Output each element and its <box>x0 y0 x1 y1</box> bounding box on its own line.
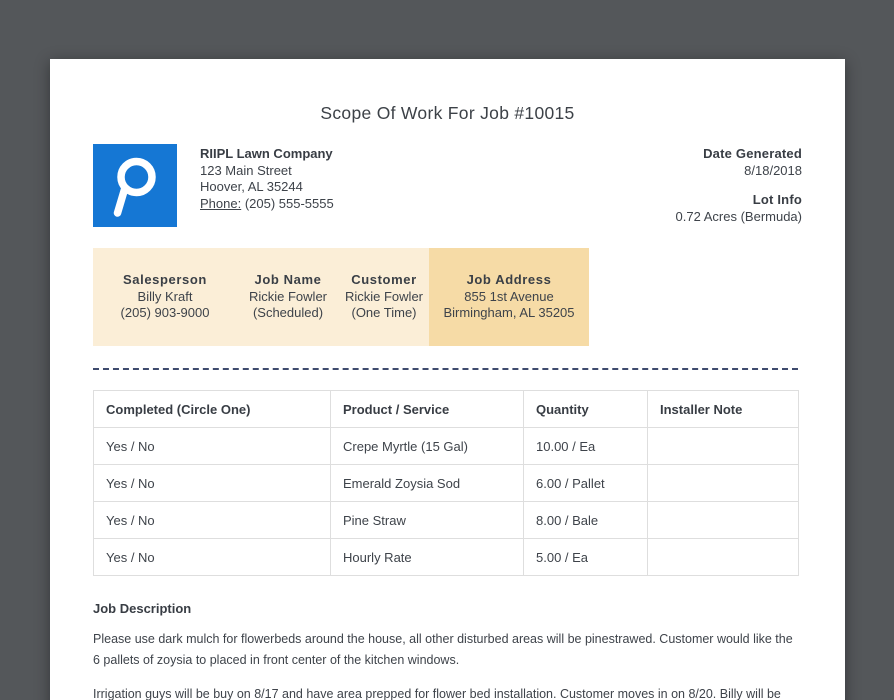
cell-completed: Yes / No <box>93 538 331 576</box>
job-description-paragraph: Please use dark mulch for flowerbeds aro… <box>93 632 793 667</box>
table-row: Yes / No Pine Straw 8.00 / Bale <box>93 501 799 539</box>
salesperson-phone: (205) 903-9000 <box>120 305 210 321</box>
company-address-line1: 123 Main Street <box>200 162 292 178</box>
lot-info-label: Lot Info <box>752 192 802 207</box>
cell-quantity: 5.00 / Ea <box>523 538 648 576</box>
dashed-divider <box>93 368 798 370</box>
cell-product: Emerald Zoysia Sod <box>330 464 524 502</box>
job-info-column-salesperson: Salesperson Billy Kraft (205) 903-9000 <box>93 248 237 346</box>
company-address-line2: Hoover, AL 35244 <box>200 179 303 194</box>
company-phone: Phone: (205) 555-5555 <box>200 196 334 213</box>
cell-installer-note <box>647 538 799 576</box>
job-name-value: Rickie Fowler <box>248 288 327 304</box>
header-installer-note: Installer Note <box>647 390 799 428</box>
table-row: Yes / No Crepe Myrtle (15 Gal) 10.00 / E… <box>93 427 799 465</box>
cell-installer-note <box>647 464 799 502</box>
job-address-line2: Birmingham, AL 35205 <box>443 305 575 321</box>
date-generated-value: 8/18/2018 <box>744 162 802 178</box>
cell-completed: Yes / No <box>93 501 331 539</box>
header-product-service: Product / Service <box>330 390 524 428</box>
job-info-column-customer: Customer Rickie Fowler (One Time) <box>339 248 429 346</box>
viewer-background: Scope Of Work For Job #10015 RIIPL Lawn … <box>0 0 894 700</box>
customer-type: (One Time) <box>351 305 417 321</box>
company-logo <box>93 144 177 227</box>
job-description-section: Job Description Please use dark mulch fo… <box>93 601 798 700</box>
salesperson-label: Salesperson <box>123 272 207 288</box>
job-address-label: Job Address <box>466 272 552 288</box>
cell-completed: Yes / No <box>93 427 331 465</box>
company-name: RIIPL Lawn Company <box>200 146 333 161</box>
cell-installer-note <box>647 427 799 465</box>
phone-label: Phone: <box>200 195 242 211</box>
document-meta-block: Date Generated 8/18/2018 Lot Info 0.72 A… <box>676 144 802 227</box>
cell-quantity: 8.00 / Bale <box>523 501 648 539</box>
cell-product: Hourly Rate <box>330 538 524 576</box>
job-description-paragraph: Irrigation guys will be buy on 8/17 and … <box>93 687 781 700</box>
cell-quantity: 10.00 / Ea <box>523 427 648 465</box>
job-address-line1: 855 1st Avenue <box>464 288 554 304</box>
document-header: RIIPL Lawn Company 123 Main Street Hoove… <box>93 144 802 227</box>
header-completed: Completed (Circle One) <box>93 390 331 428</box>
job-info-band: Salesperson Billy Kraft (205) 903-9000 J… <box>93 248 589 346</box>
customer-name: Rickie Fowler <box>344 288 423 304</box>
phone-number: (205) 555-5555 <box>244 195 334 211</box>
date-generated-label: Date Generated <box>703 146 802 161</box>
job-info-column-job-address: Job Address 855 1st Avenue Birmingham, A… <box>429 248 589 346</box>
lot-info-value: 0.72 Acres (Bermuda) <box>675 208 802 224</box>
document-page: Scope Of Work For Job #10015 RIIPL Lawn … <box>50 59 845 700</box>
job-info-column-job-name: Job Name Rickie Fowler (Scheduled) <box>237 248 339 346</box>
job-status: (Scheduled) <box>252 305 324 321</box>
cell-product: Pine Straw <box>330 501 524 539</box>
company-info-block: RIIPL Lawn Company 123 Main Street Hoove… <box>200 144 334 227</box>
cell-quantity: 6.00 / Pallet <box>523 464 648 502</box>
cell-installer-note <box>647 501 799 539</box>
salesperson-name: Billy Kraft <box>137 288 193 304</box>
table-row: Yes / No Emerald Zoysia Sod 6.00 / Palle… <box>93 464 799 502</box>
work-items-table: Completed (Circle One) Product / Service… <box>93 390 799 576</box>
cell-product: Crepe Myrtle (15 Gal) <box>330 427 524 465</box>
cell-completed: Yes / No <box>93 464 331 502</box>
table-row: Yes / No Hourly Rate 5.00 / Ea <box>93 538 799 576</box>
header-quantity: Quantity <box>523 390 648 428</box>
logo-r-icon <box>113 157 156 217</box>
job-name-label: Job Name <box>254 272 322 288</box>
customer-label: Customer <box>351 272 417 288</box>
page-title: Scope Of Work For Job #10015 <box>320 103 575 123</box>
table-header-row: Completed (Circle One) Product / Service… <box>93 390 799 428</box>
job-description-heading: Job Description <box>93 601 192 616</box>
